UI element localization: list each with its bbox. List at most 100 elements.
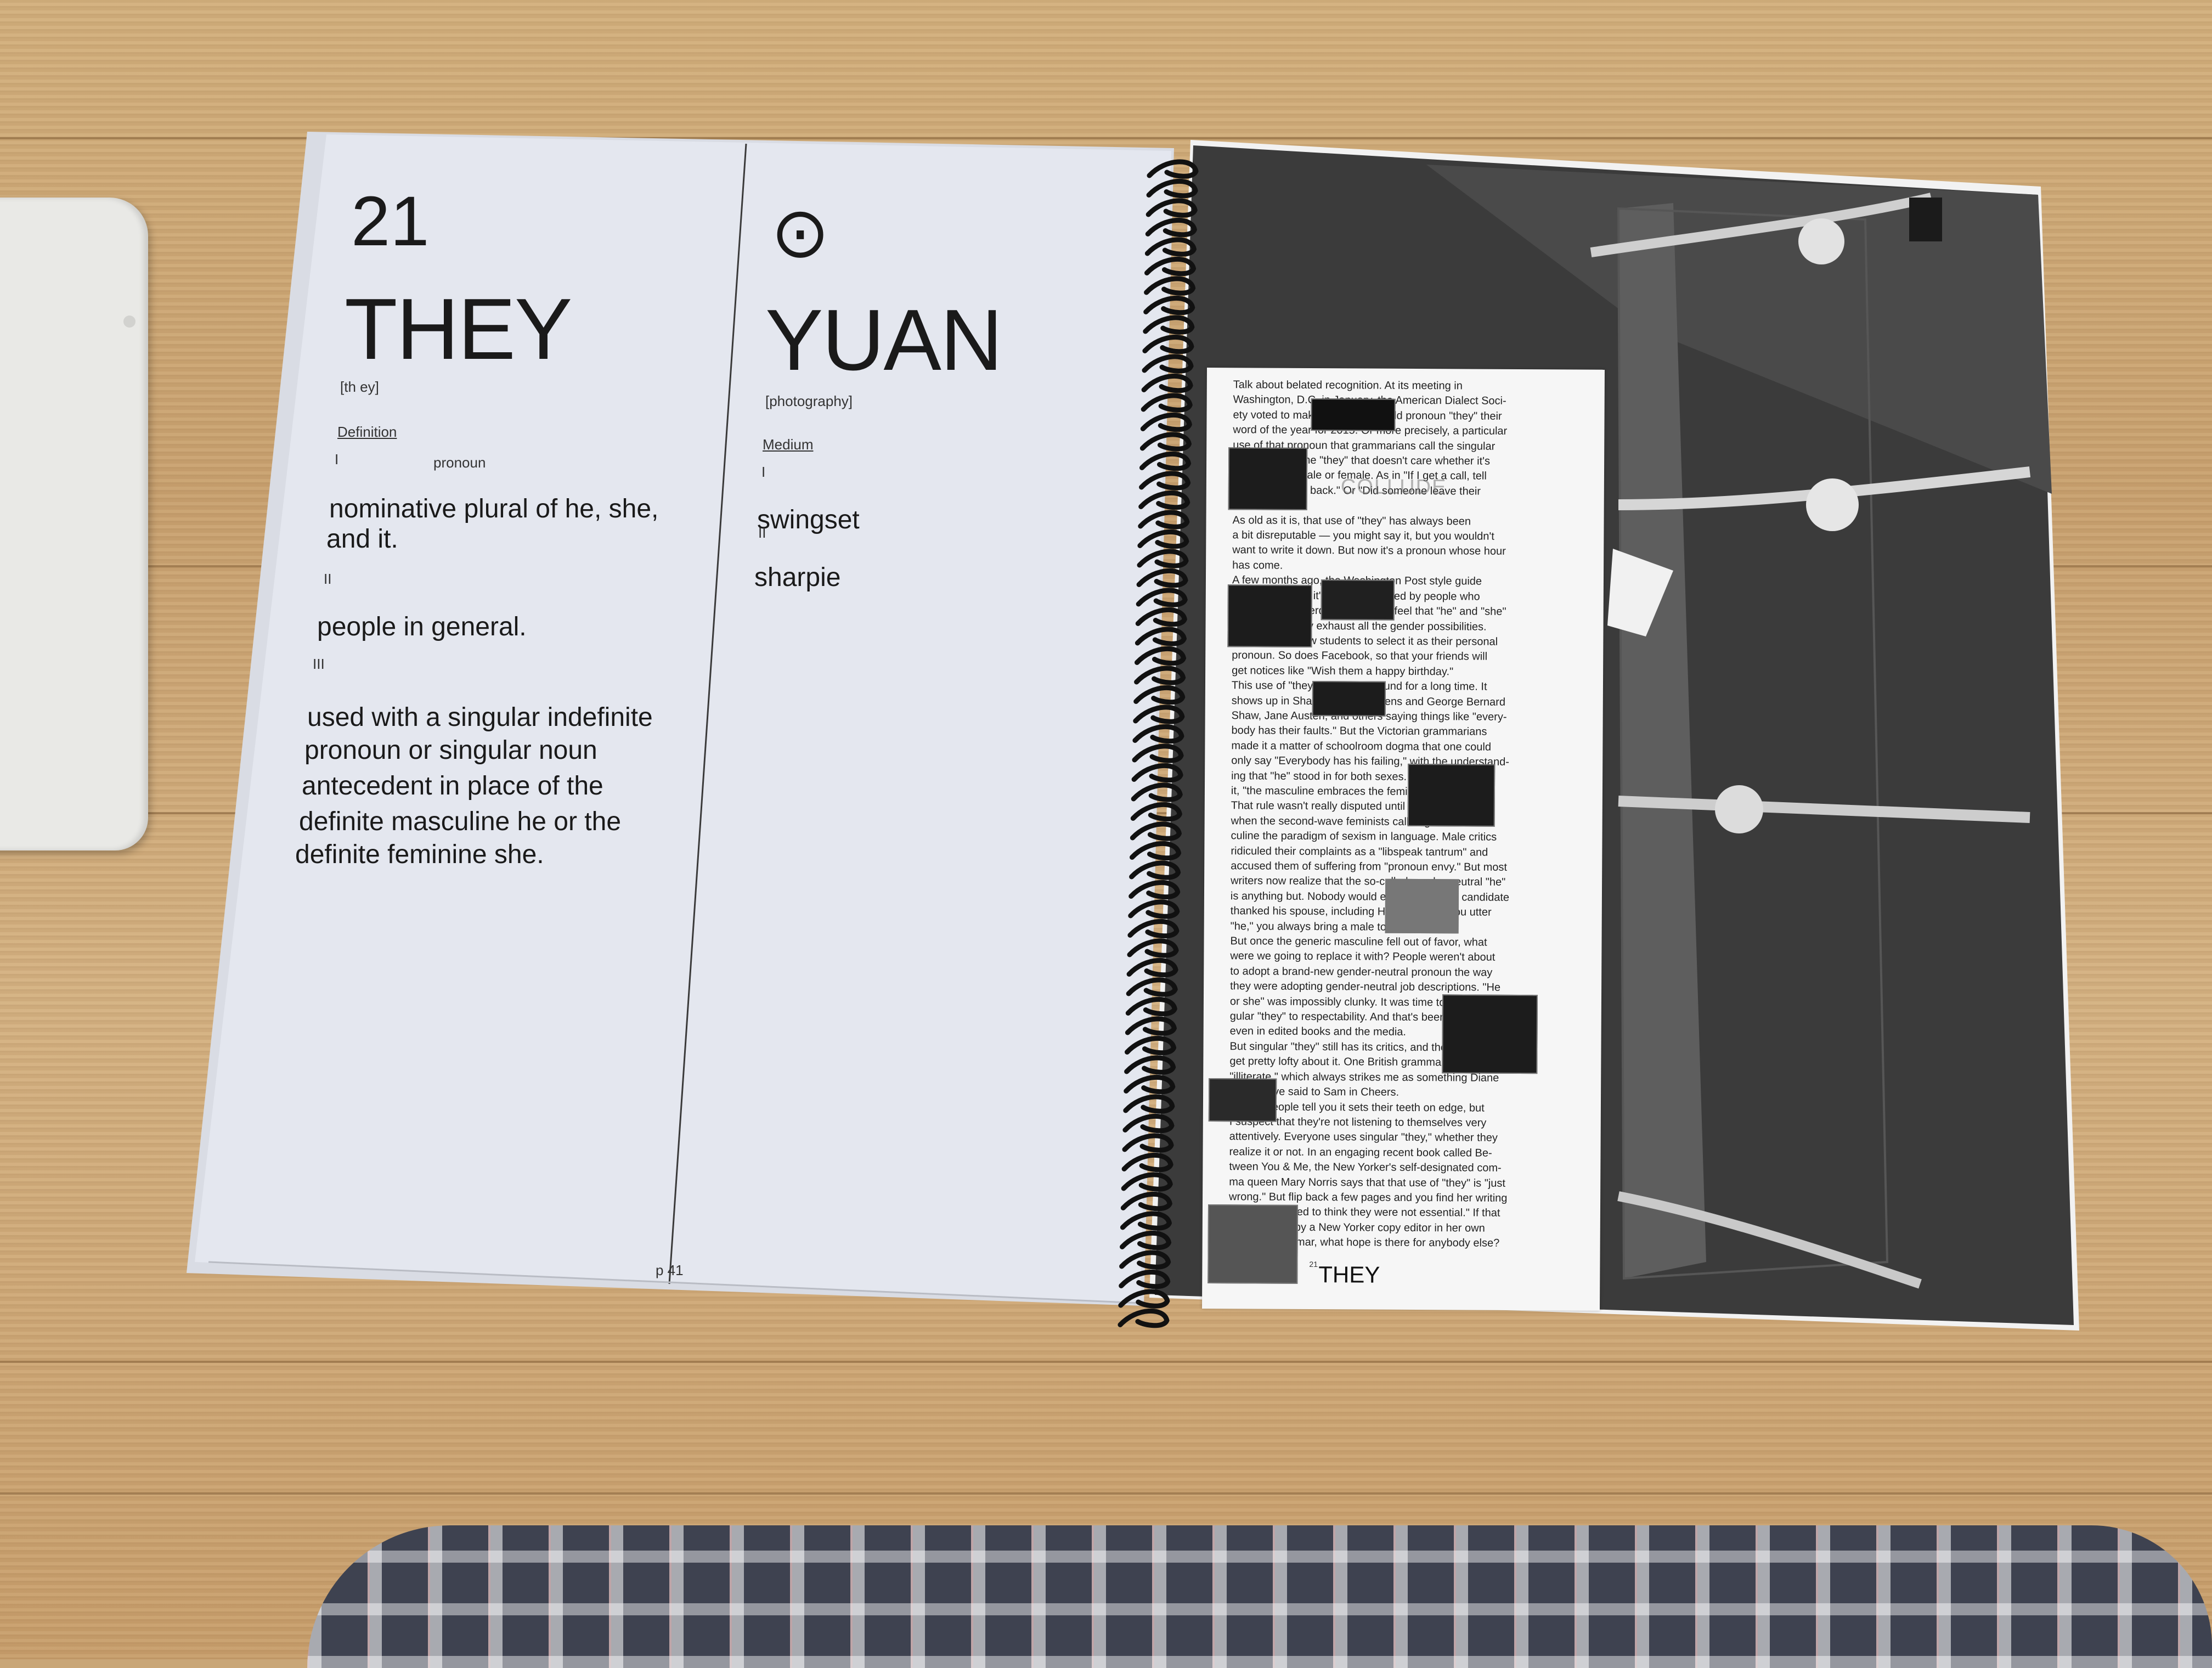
- essay-line: want to write it down. But now it's a pr…: [1232, 544, 1506, 558]
- essay-line: Talk about belated recognition. At its m…: [1233, 379, 1463, 392]
- essay-line: is anything but. Nobody would ever say, …: [1230, 890, 1510, 904]
- spiral-coil: [1144, 276, 1196, 296]
- spiral-coil: [1129, 860, 1181, 880]
- spiral-coil: [1119, 1269, 1171, 1289]
- essay-line: accused them of suffering from "pronoun …: [1231, 860, 1508, 874]
- spiral-coil: [1134, 666, 1186, 685]
- thumbnail-image: [1208, 1078, 1277, 1122]
- spiral-coil: [1138, 510, 1190, 529]
- spiral-coil: [1127, 918, 1180, 939]
- spiral-coil: [1122, 1113, 1175, 1134]
- spiral-coil: [1128, 899, 1180, 919]
- spiral-coil: [1120, 1191, 1172, 1211]
- thumbnail-image: [1311, 398, 1396, 431]
- spiral-coil: [1119, 1250, 1171, 1270]
- spiral-coil: [1137, 529, 1189, 549]
- spiral-coil: [1118, 1289, 1170, 1309]
- essay-line: get notices like "Wish them a happy birt…: [1232, 664, 1454, 678]
- spiral-coil: [1137, 549, 1189, 568]
- spiral-coil: [1127, 938, 1179, 958]
- spiral-coil: [1135, 627, 1187, 646]
- thumbnail-image: [1407, 763, 1496, 827]
- spiral-coil: [1130, 841, 1182, 861]
- spiral-coil: [1142, 334, 1194, 354]
- spiral-coil: [1124, 1055, 1176, 1075]
- thumbnail-image: [1321, 579, 1395, 621]
- spiral-coil: [1140, 412, 1192, 432]
- spiral-coil: [1128, 880, 1181, 900]
- essay-line: wrong." But flip back a few pages and yo…: [1229, 1191, 1508, 1204]
- spiral-coil: [1138, 490, 1190, 510]
- spiral-coil: [1139, 451, 1192, 471]
- essay-line: thanked his spouse, including Hillary." …: [1230, 905, 1492, 918]
- footer-word: THEY: [1318, 1261, 1380, 1288]
- spiral-coil: [1132, 724, 1184, 744]
- spiral-coil: [1118, 1308, 1170, 1328]
- essay-line: "he," you always bring a male to mind.: [1230, 920, 1417, 933]
- essay-line: realize it or not. In an engaging recent…: [1229, 1145, 1492, 1159]
- spiral-coil: [1122, 1133, 1174, 1153]
- essay-line: culine the paradigm of sexism in languag…: [1231, 830, 1497, 843]
- essay-line: a bit disreputable — you might say it, b…: [1232, 529, 1494, 543]
- essay-line: ma queen Mary Norris says that that use …: [1229, 1175, 1506, 1190]
- spiral-coil: [1144, 256, 1197, 277]
- plaid-shirt: [307, 1525, 2212, 1668]
- spiral-coil: [1120, 1211, 1172, 1231]
- spiral-coil: [1145, 217, 1197, 238]
- essay-line: But once the generic masculine fell out …: [1230, 935, 1487, 949]
- spiral-coil: [1141, 373, 1193, 393]
- spiral-coil: [1121, 1172, 1173, 1192]
- spiral-coil: [1130, 802, 1182, 822]
- spiral-coil: [1135, 607, 1187, 627]
- thumbnail-image: [1207, 1204, 1299, 1284]
- spiral-coil: [1146, 198, 1198, 218]
- spiral-binding: [1118, 159, 1199, 1328]
- spiral-coil: [1146, 178, 1198, 199]
- essay-line: As old as it is, that use of "they" has …: [1232, 514, 1471, 528]
- spiral-coil: [1139, 432, 1192, 452]
- spiral-coil: [1126, 977, 1178, 997]
- spiral-coil: [1131, 763, 1183, 783]
- thumbnail-image: [1442, 994, 1538, 1074]
- spiral-coil: [1132, 743, 1184, 763]
- footer-number: 21: [1309, 1259, 1318, 1269]
- spiral-coil: [1141, 393, 1193, 413]
- essay-line: body has their faults." But the Victoria…: [1231, 724, 1487, 739]
- spiral-coil: [1136, 588, 1188, 607]
- spiral-coil: [1143, 295, 1195, 315]
- essay-line: were we going to replace it with? People…: [1230, 950, 1496, 964]
- spiral-coil: [1126, 957, 1178, 978]
- thumbnail-image: [1228, 447, 1308, 510]
- spiral-coil: [1123, 1094, 1175, 1114]
- essay-line: attentively. Everyone uses singular "the…: [1229, 1130, 1498, 1145]
- spiral-coil: [1120, 1230, 1172, 1250]
- essay-line: made it a matter of schoolroom dogma tha…: [1231, 739, 1492, 753]
- essay-insert-sheet: Talk about belated recognition. At its m…: [1202, 368, 1605, 1311]
- spiral-coil: [1133, 685, 1186, 705]
- spiral-coil: [1139, 471, 1191, 491]
- essay-line: ridiculed their complaints as a "libspea…: [1231, 844, 1488, 859]
- spiral-coil: [1121, 1152, 1173, 1173]
- essay-line: writers now realize that the so-called g…: [1231, 875, 1506, 889]
- spiral-coil: [1135, 646, 1187, 666]
- spiral-coil: [1147, 159, 1199, 179]
- spiral-coil: [1125, 1016, 1177, 1036]
- spiral-coil: [1136, 568, 1188, 588]
- spiral-coil: [1124, 1074, 1176, 1095]
- essay-line: pronoun. So does Facebook, so that your …: [1232, 649, 1488, 663]
- spiral-coil: [1125, 1035, 1177, 1056]
- spiral-coil: [1144, 237, 1197, 257]
- essay-line: they were adopting gender-neutral job de…: [1230, 980, 1501, 994]
- thumbnail-image: [1227, 584, 1312, 648]
- spiral-coil: [1125, 996, 1177, 1017]
- thumbnail-image: [1312, 681, 1386, 717]
- essay-line: to adopt a brand-new gender-neutral pron…: [1230, 965, 1493, 979]
- spiral-coil: [1133, 705, 1185, 724]
- ghost-word: COLLUDE: [1340, 475, 1447, 499]
- essay-line: tween You & Me, the New Yorker's self-de…: [1229, 1160, 1502, 1174]
- spiral-coil: [1130, 821, 1182, 841]
- thumbnail-image: [1385, 878, 1459, 934]
- spiral-coil: [1142, 354, 1194, 374]
- spiral-coil: [1143, 315, 1195, 335]
- spiral-coil: [1131, 782, 1183, 802]
